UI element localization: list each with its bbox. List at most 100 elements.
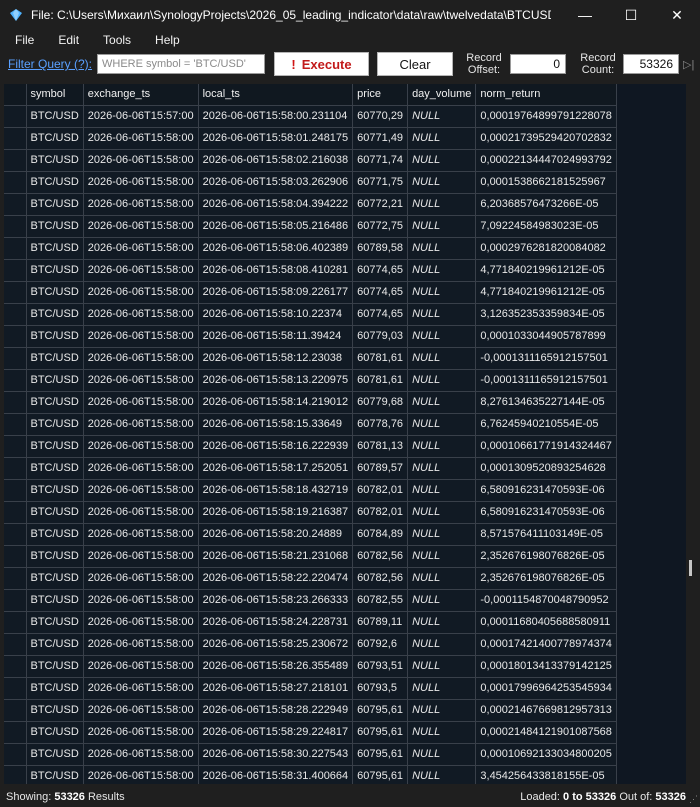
table-cell-symbol[interactable]: BTC/USD [26,303,84,326]
row-header[interactable] [4,237,27,260]
table-cell-local-ts[interactable]: 2026-06-06T15:58:16.222939 [198,435,354,458]
table-cell-norm-return[interactable]: 6,580916231470593E-06 [475,479,617,502]
table-cell-day-volume[interactable]: NULL [407,149,477,172]
table-cell-price[interactable]: 60782,01 [352,479,409,502]
table-row[interactable]: BTC/USD 2026-06-06T15:58:00 2026-06-06T15:… [4,171,617,194]
table-row[interactable]: BTC/USD 2026-06-06T15:58:00 2026-06-06T15:… [4,391,617,414]
minimize-button[interactable]: — [562,0,608,30]
row-header[interactable] [4,765,27,784]
table-cell-local-ts[interactable]: 2026-06-06T15:58:00.231104 [198,105,354,128]
row-header[interactable] [4,501,27,524]
table-cell-norm-return[interactable]: 6,580916231470593E-06 [475,501,617,524]
table-cell-symbol[interactable]: BTC/USD [26,259,84,282]
table-cell-norm-return[interactable]: 0,00010661771914324467 [475,435,617,458]
table-cell-exchange-ts[interactable]: 2026-06-06T15:58:00 [83,567,199,590]
menu-help[interactable]: Help [140,33,189,47]
table-cell-price[interactable]: 60795,61 [352,721,409,744]
table-cell-local-ts[interactable]: 2026-06-06T15:58:17.252051 [198,457,354,480]
table-cell-day-volume[interactable]: NULL [407,589,477,612]
table-cell-price[interactable]: 60782,56 [352,545,409,568]
table-cell-price[interactable]: 60795,61 [352,699,409,722]
table-cell-price[interactable]: 60771,49 [352,127,409,150]
table-cell-price[interactable]: 60784,89 [352,523,409,546]
table-cell-norm-return[interactable]: 8,571576411103149E-05 [475,523,617,546]
table-row[interactable]: BTC/USD 2026-06-06T15:58:00 2026-06-06T15:… [4,193,617,216]
table-cell-norm-return[interactable]: 0,00011680405688580911 [475,611,617,634]
row-header[interactable] [4,589,27,612]
clear-button[interactable]: Clear [377,52,453,76]
table-row[interactable]: BTC/USD 2026-06-06T15:58:00 2026-06-06T15:… [4,545,617,568]
table-cell-exchange-ts[interactable]: 2026-06-06T15:58:00 [83,479,199,502]
table-cell-day-volume[interactable]: NULL [407,193,477,216]
row-header[interactable] [4,567,27,590]
table-cell-symbol[interactable]: BTC/USD [26,743,84,766]
table-row[interactable]: BTC/USD 2026-06-06T15:58:00 2026-06-06T15:… [4,149,617,172]
table-row[interactable]: BTC/USD 2026-06-06T15:58:00 2026-06-06T15:… [4,633,617,656]
table-cell-exchange-ts[interactable]: 2026-06-06T15:58:00 [83,611,199,634]
table-cell-symbol[interactable]: BTC/USD [26,545,84,568]
table-cell-symbol[interactable]: BTC/USD [26,435,84,458]
table-cell-norm-return[interactable]: 2,352676198076826E-05 [475,545,617,568]
column-header-day-volume[interactable]: day_volume [407,84,477,106]
table-cell-exchange-ts[interactable]: 2026-06-06T15:58:00 [83,435,199,458]
table-cell-norm-return[interactable]: 0,00017996964253545934 [475,677,617,700]
table-cell-local-ts[interactable]: 2026-06-06T15:58:21.231068 [198,545,354,568]
row-header[interactable] [4,325,27,348]
table-cell-symbol[interactable]: BTC/USD [26,171,84,194]
table-cell-exchange-ts[interactable]: 2026-06-06T15:58:00 [83,215,199,238]
table-cell-local-ts[interactable]: 2026-06-06T15:58:06.402389 [198,237,354,260]
table-cell-local-ts[interactable]: 2026-06-06T15:58:10.22374 [198,303,354,326]
table-cell-symbol[interactable]: BTC/USD [26,677,84,700]
column-header-symbol[interactable]: symbol [26,84,84,106]
table-cell-norm-return[interactable]: 4,771840219961212E-05 [475,259,617,282]
record-count-input[interactable]: 53326 [623,54,679,74]
table-cell-price[interactable]: 60771,75 [352,171,409,194]
table-cell-price[interactable]: 60789,57 [352,457,409,480]
row-header[interactable] [4,457,27,480]
table-cell-symbol[interactable]: BTC/USD [26,765,84,784]
table-cell-symbol[interactable]: BTC/USD [26,721,84,744]
row-header[interactable] [4,303,27,326]
table-cell-norm-return[interactable]: 0,00021484121901087568 [475,721,617,744]
table-cell-norm-return[interactable]: 0,00010692133034800205 [475,743,617,766]
row-header[interactable] [4,347,27,370]
table-cell-price[interactable]: 60782,56 [352,567,409,590]
table-cell-symbol[interactable]: BTC/USD [26,699,84,722]
table-cell-local-ts[interactable]: 2026-06-06T15:58:03.262906 [198,171,354,194]
table-cell-price[interactable]: 60793,5 [352,677,409,700]
table-cell-exchange-ts[interactable]: 2026-06-06T15:58:00 [83,743,199,766]
table-cell-day-volume[interactable]: NULL [407,479,477,502]
table-cell-price[interactable]: 60781,61 [352,369,409,392]
table-cell-price[interactable]: 60774,65 [352,281,409,304]
table-cell-day-volume[interactable]: NULL [407,611,477,634]
table-cell-exchange-ts[interactable]: 2026-06-06T15:58:00 [83,193,199,216]
table-cell-norm-return[interactable]: 0,00018013413379142125 [475,655,617,678]
table-cell-exchange-ts[interactable]: 2026-06-06T15:58:00 [83,281,199,304]
row-header[interactable] [4,633,27,656]
row-header[interactable] [4,391,27,414]
row-header[interactable] [4,171,27,194]
table-cell-norm-return[interactable]: 0,00022134447024993792 [475,149,617,172]
table-cell-symbol[interactable]: BTC/USD [26,391,84,414]
execute-button[interactable]: ! Execute [274,52,369,76]
table-row[interactable]: BTC/USD 2026-06-06T15:58:00 2026-06-06T15:… [4,743,617,766]
table-row[interactable]: BTC/USD 2026-06-06T15:58:00 2026-06-06T15:… [4,215,617,238]
table-cell-exchange-ts[interactable]: 2026-06-06T15:58:00 [83,501,199,524]
table-cell-price[interactable]: 60781,13 [352,435,409,458]
table-row[interactable]: BTC/USD 2026-06-06T15:58:00 2026-06-06T15:… [4,523,617,546]
table-cell-norm-return[interactable]: 0,00021739529420702832 [475,127,617,150]
table-cell-price[interactable]: 60792,6 [352,633,409,656]
table-cell-norm-return[interactable]: 3,126352353359834E-05 [475,303,617,326]
table-cell-symbol[interactable]: BTC/USD [26,523,84,546]
table-cell-local-ts[interactable]: 2026-06-06T15:58:25.230672 [198,633,354,656]
table-cell-day-volume[interactable]: NULL [407,413,477,436]
table-cell-local-ts[interactable]: 2026-06-06T15:58:13.220975 [198,369,354,392]
table-cell-day-volume[interactable]: NULL [407,259,477,282]
table-cell-exchange-ts[interactable]: 2026-06-06T15:58:00 [83,347,199,370]
column-header-norm-return[interactable]: norm_return [475,84,617,106]
table-cell-day-volume[interactable]: NULL [407,281,477,304]
table-cell-exchange-ts[interactable]: 2026-06-06T15:57:00 [83,105,199,128]
menu-edit[interactable]: Edit [43,33,88,47]
table-row[interactable]: BTC/USD 2026-06-06T15:58:00 2026-06-06T15:… [4,699,617,722]
table-cell-symbol[interactable]: BTC/USD [26,215,84,238]
